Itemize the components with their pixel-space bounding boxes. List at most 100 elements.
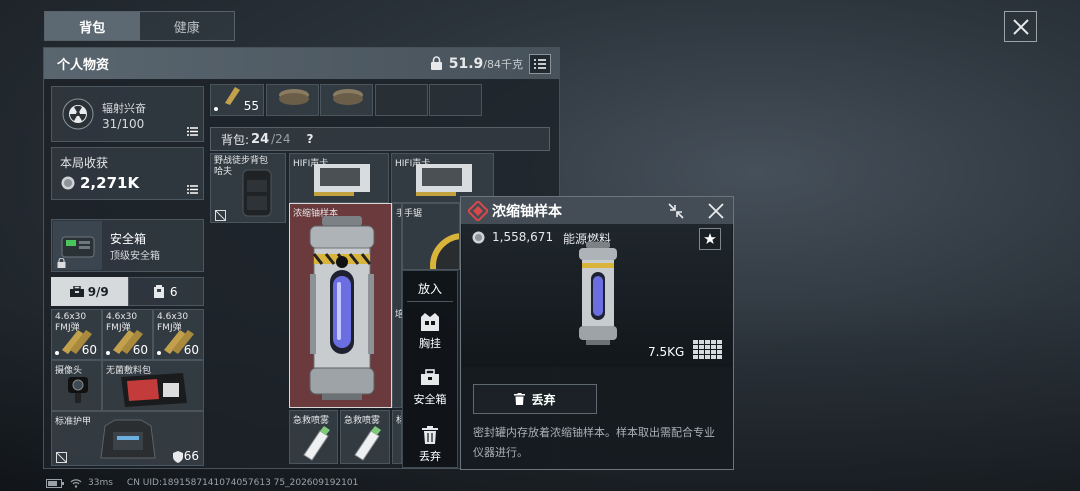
container-tabs: 9/9 6: [51, 277, 204, 306]
list-icon: [187, 127, 198, 136]
lock-icon: [430, 56, 442, 70]
canister-image: [279, 89, 309, 105]
harvest-card[interactable]: 本局收获 2,271K: [51, 147, 204, 200]
panel-title: 个人物资: [57, 58, 110, 73]
harvest-label: 本局收获: [60, 156, 109, 170]
menu-divider: [407, 301, 453, 302]
item-dot: [214, 107, 218, 111]
backpack-item-uranium-sample[interactable]: 浓缩铀样本: [289, 203, 392, 408]
backpack-item-handsaw-visible[interactable]: 手锯: [402, 203, 460, 270]
item-count: 60: [183, 343, 199, 357]
camera-image: [68, 377, 88, 403]
item-name: 4.6x30 FMJ弹: [157, 312, 189, 333]
detail-header: 浓缩铀样本: [461, 197, 733, 224]
soundcard-image: [416, 164, 472, 196]
armor-image: [100, 419, 156, 459]
discard-button[interactable]: 丢弃: [473, 384, 597, 414]
status-bar: 33ms CN UID:1891587141074057613 75_20260…: [46, 478, 358, 488]
no-insure-icon: [215, 210, 226, 221]
spray-image: [303, 426, 330, 461]
backpack-item-top-1[interactable]: 55: [210, 84, 264, 116]
wifi-icon: [70, 478, 82, 488]
collapse-button[interactable]: [666, 201, 688, 221]
lock-icon: [57, 258, 66, 268]
backpack-item-top-3[interactable]: [320, 84, 373, 116]
close-button[interactable]: [1004, 11, 1037, 42]
sidebar-item-ammo-1[interactable]: 4.6x30 FMJ弹 60: [51, 309, 102, 360]
safebox-card[interactable]: 安全箱 顶级安全箱: [51, 219, 204, 272]
help-button[interactable]: ?: [306, 132, 313, 146]
grid-size-icon: [693, 340, 722, 359]
backpack-item-field-pack[interactable]: 野战徒步背包哈夫: [210, 153, 286, 223]
backpack-item-top-2[interactable]: [266, 84, 319, 116]
star-icon: [704, 233, 716, 244]
menu-item-chest-rig[interactable]: 胸挂: [403, 313, 457, 353]
backpack-item-partial-2[interactable]: 培: [392, 305, 402, 327]
item-name: 手锯: [404, 209, 423, 219]
detail-price: 1,558,671: [492, 230, 554, 244]
weight-max: /84千克: [483, 57, 523, 71]
tab-chest-rig[interactable]: 9/9: [51, 277, 128, 306]
safebox-thumbnail: [53, 221, 102, 270]
backpack-item-firstaid-spray-1[interactable]: 急救喷雾: [289, 410, 338, 464]
radiation-status-card[interactable]: 辐射兴奋 31/100: [51, 86, 204, 142]
no-insure-icon: [56, 452, 67, 463]
uranium-canister-image: [309, 216, 375, 400]
panel-header: 个人物资 51.9/84千克: [44, 48, 559, 79]
menu-item-label: 安全箱: [413, 393, 447, 406]
sidebar-item-camera[interactable]: 摄像头: [51, 360, 102, 411]
sidebar-item-armor[interactable]: 标准护甲 66: [51, 411, 204, 466]
spray-image: [354, 426, 381, 461]
close-icon: [708, 203, 724, 219]
menu-item-put-in[interactable]: 放入: [403, 280, 457, 297]
radiation-icon: [62, 98, 94, 130]
sidebar-item-ammo-2[interactable]: 4.6x30 FMJ弹 60: [102, 309, 153, 360]
favorite-button[interactable]: [699, 228, 721, 250]
sort-button[interactable]: [529, 53, 551, 74]
backpack-max: /24: [271, 132, 291, 146]
toolbox-icon: [421, 369, 439, 385]
backpack-item-firstaid-spray-2[interactable]: 急救喷雾: [340, 410, 390, 464]
uid-text: CN UID:1891587141074057613 75_2026091921…: [126, 478, 359, 488]
rarity-icon: [468, 200, 488, 221]
item-count: 60: [132, 343, 148, 357]
list-icon: [187, 185, 198, 194]
sidebar-item-ammo-3[interactable]: 4.6x30 FMJ弹 60: [153, 309, 204, 360]
status-name: 辐射兴奋: [102, 102, 146, 115]
coin-icon: [61, 176, 75, 190]
item-name: 4.6x30 FMJ弹: [55, 312, 87, 333]
backpack-item-partial-1[interactable]: 标: [392, 410, 402, 464]
detail-weight: 7.5KG: [648, 345, 685, 359]
shield-icon: [173, 451, 183, 463]
backpack-item-hifi-1[interactable]: HIFI声卡: [289, 153, 389, 203]
menu-item-safebox[interactable]: 安全箱: [403, 369, 457, 409]
sidebar-item-sterile-dressing[interactable]: 无菌敷料包: [102, 360, 204, 411]
item-dot: [106, 351, 110, 355]
backpack-empty-slot[interactable]: [429, 84, 482, 116]
item-count: 66: [183, 449, 199, 463]
shrink-icon: [668, 203, 684, 219]
tab-health[interactable]: 健康: [139, 12, 234, 40]
detail-close-button[interactable]: [706, 201, 726, 221]
tab-pocket[interactable]: 6: [127, 277, 204, 306]
safebox-name: 安全箱: [110, 232, 147, 246]
backpack-count: 24: [251, 131, 270, 147]
detail-title: 浓缩铀样本: [492, 203, 562, 220]
safebox-sub: 顶级安全箱: [110, 251, 160, 262]
tab-backpack[interactable]: 背包: [45, 12, 140, 40]
weight-value: 51.9: [448, 55, 484, 72]
list-icon: [534, 58, 546, 69]
backpack-label: 背包:: [221, 132, 250, 147]
tab-pocket-label: 6: [169, 284, 178, 299]
trash-icon: [422, 426, 438, 444]
item-name: 标准护甲: [55, 417, 92, 427]
menu-item-label: 胸挂: [419, 337, 441, 350]
item-count: 55: [243, 99, 259, 113]
detail-description: 密封罐内存放着浓缩铀样本。样本取出需配合专业仪器进行。: [473, 426, 715, 459]
item-count: 60: [81, 343, 97, 357]
backpack-header: 背包: 24 /24 ?: [210, 127, 550, 151]
backpack-empty-slot[interactable]: [375, 84, 428, 116]
vest-icon: [153, 285, 164, 298]
detail-image-area: 1,558,671 能源燃料 7.5KG: [462, 224, 732, 367]
menu-item-discard[interactable]: 丢弃: [403, 426, 457, 466]
